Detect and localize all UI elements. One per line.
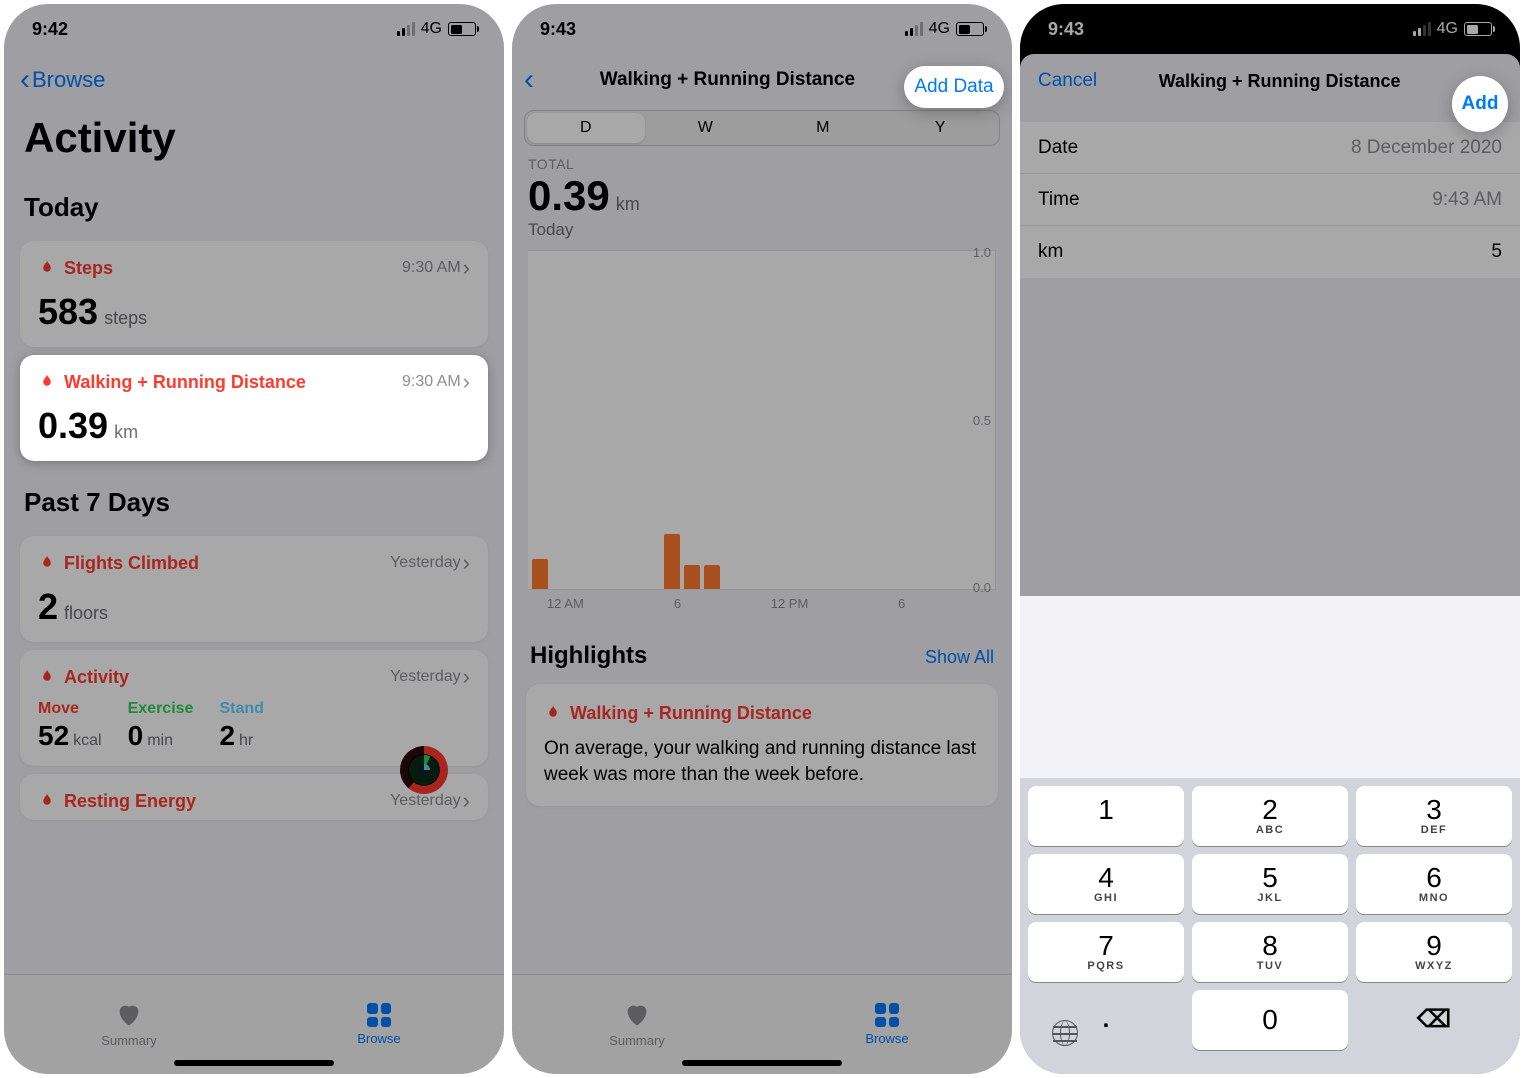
sheet-nav: Cancel Walking + Running Distance [1020, 54, 1520, 108]
card-walking-running[interactable]: Walking + Running Distance 9:30 AM› 0.39… [20, 355, 488, 461]
chevron-right-icon: › [463, 369, 470, 395]
card-flights[interactable]: Flights Climbed Yesterday› 2floors [20, 536, 488, 642]
chart-bar [532, 559, 548, 589]
status-bar: 9:43 4G [1020, 4, 1520, 54]
status-time: 9:43 [540, 19, 576, 40]
seg-day[interactable]: D [527, 113, 645, 143]
back-button[interactable]: ‹ Browse [20, 65, 105, 95]
chevron-right-icon: › [463, 550, 470, 576]
field-time[interactable]: Time9:43 AM [1020, 174, 1520, 226]
chevron-right-icon: › [463, 255, 470, 281]
signal-icon [397, 22, 415, 36]
network-label: 4G [421, 20, 442, 38]
chart-bar [664, 534, 680, 589]
signal-icon [905, 22, 923, 36]
chevron-right-icon: › [463, 664, 470, 690]
flame-icon [38, 790, 56, 812]
battery-icon [956, 22, 984, 36]
key-5[interactable]: 5JKL [1192, 854, 1348, 914]
status-time: 9:42 [32, 19, 68, 40]
back-button[interactable]: ‹ [524, 65, 534, 95]
flame-icon [38, 552, 56, 574]
screen-detail: 9:43 4G ‹ Walking + Running Distance Add… [512, 4, 1012, 1074]
key-dot[interactable]: . [1028, 990, 1184, 1050]
form-fields: Date8 December 2020 Time9:43 AM km5 [1020, 122, 1520, 278]
screen-add-data: 9:43 4G Cancel Walking + Running Distanc… [1020, 4, 1520, 1074]
network-label: 4G [1437, 20, 1458, 38]
key-0[interactable]: 0 [1192, 990, 1348, 1050]
tab-bar: Summary Browse [512, 974, 1012, 1074]
key-4[interactable]: 4GHI [1028, 854, 1184, 914]
sheet-title: Walking + Running Distance [1159, 71, 1401, 92]
add-data-button[interactable]: Add Data [904, 66, 1004, 108]
key-9[interactable]: 9WXYZ [1356, 922, 1512, 982]
status-bar: 9:43 4G [512, 4, 1012, 54]
key-8[interactable]: 8TUV [1192, 922, 1348, 982]
seg-month[interactable]: M [764, 111, 882, 145]
page-title: Activity [4, 106, 504, 174]
highlights-header: Highlights Show All [512, 590, 1012, 680]
home-indicator[interactable] [174, 1060, 334, 1066]
heart-icon [622, 1001, 652, 1029]
flame-icon [544, 702, 562, 724]
key-2[interactable]: 2ABC [1192, 786, 1348, 846]
section-today: Today [4, 174, 504, 233]
grid-icon [875, 1003, 899, 1027]
field-km[interactable]: km5 [1020, 226, 1520, 278]
numeric-keypad: 1 2ABC 3DEF 4GHI 5JKL 6MNO 7PQRS 8TUV 9W… [1020, 778, 1520, 1074]
flame-icon [38, 666, 56, 688]
backspace-icon: ⌫ [1417, 1008, 1451, 1032]
section-past7: Past 7 Days [4, 469, 504, 528]
seg-week[interactable]: W [647, 111, 765, 145]
add-button[interactable]: Add [1452, 76, 1508, 132]
cancel-button[interactable]: Cancel [1038, 70, 1097, 92]
key-1[interactable]: 1 [1028, 786, 1184, 846]
nav-title: Walking + Running Distance [600, 69, 855, 91]
show-all-link[interactable]: Show All [925, 647, 994, 668]
battery-icon [1464, 22, 1492, 36]
field-date[interactable]: Date8 December 2020 [1020, 122, 1520, 174]
time-range-segment[interactable]: D W M Y [524, 110, 1000, 146]
key-7[interactable]: 7PQRS [1028, 922, 1184, 982]
nav-bar: ‹ Browse [4, 54, 504, 106]
grid-icon [367, 1003, 391, 1027]
chevron-left-icon: ‹ [524, 65, 534, 95]
chart-bar [704, 565, 720, 589]
screen-activity: 9:42 4G ‹ Browse Activity Today Steps 9:… [4, 4, 504, 1074]
signal-icon [1413, 22, 1431, 36]
card-activity[interactable]: Activity Yesterday› Move52kcal Exercise0… [20, 650, 488, 766]
network-label: 4G [929, 20, 950, 38]
battery-icon [448, 22, 476, 36]
key-3[interactable]: 3DEF [1356, 786, 1512, 846]
card-steps[interactable]: Steps 9:30 AM› 583steps [20, 241, 488, 347]
home-indicator[interactable] [682, 1060, 842, 1066]
globe-icon[interactable] [1052, 1020, 1078, 1046]
distance-chart[interactable]: 1.0 0.5 0.0 12 AM 6 12 PM 6 [528, 250, 996, 590]
status-bar: 9:42 4G [4, 4, 504, 54]
flame-icon [38, 371, 56, 393]
total-block: TOTAL 0.39km Today [512, 146, 1012, 250]
activity-rings-icon [400, 746, 448, 794]
chart-bar [684, 565, 700, 589]
flame-icon [38, 257, 56, 279]
back-label: Browse [32, 67, 105, 93]
tab-bar: Summary Browse [4, 974, 504, 1074]
status-time: 9:43 [1048, 19, 1084, 40]
chevron-right-icon: › [463, 788, 470, 814]
chevron-left-icon: ‹ [20, 65, 30, 95]
key-backspace[interactable]: ⌫ [1356, 990, 1512, 1050]
heart-icon [114, 1001, 144, 1029]
key-6[interactable]: 6MNO [1356, 854, 1512, 914]
seg-year[interactable]: Y [882, 111, 1000, 145]
highlight-card[interactable]: Walking + Running Distance On average, y… [526, 684, 998, 806]
